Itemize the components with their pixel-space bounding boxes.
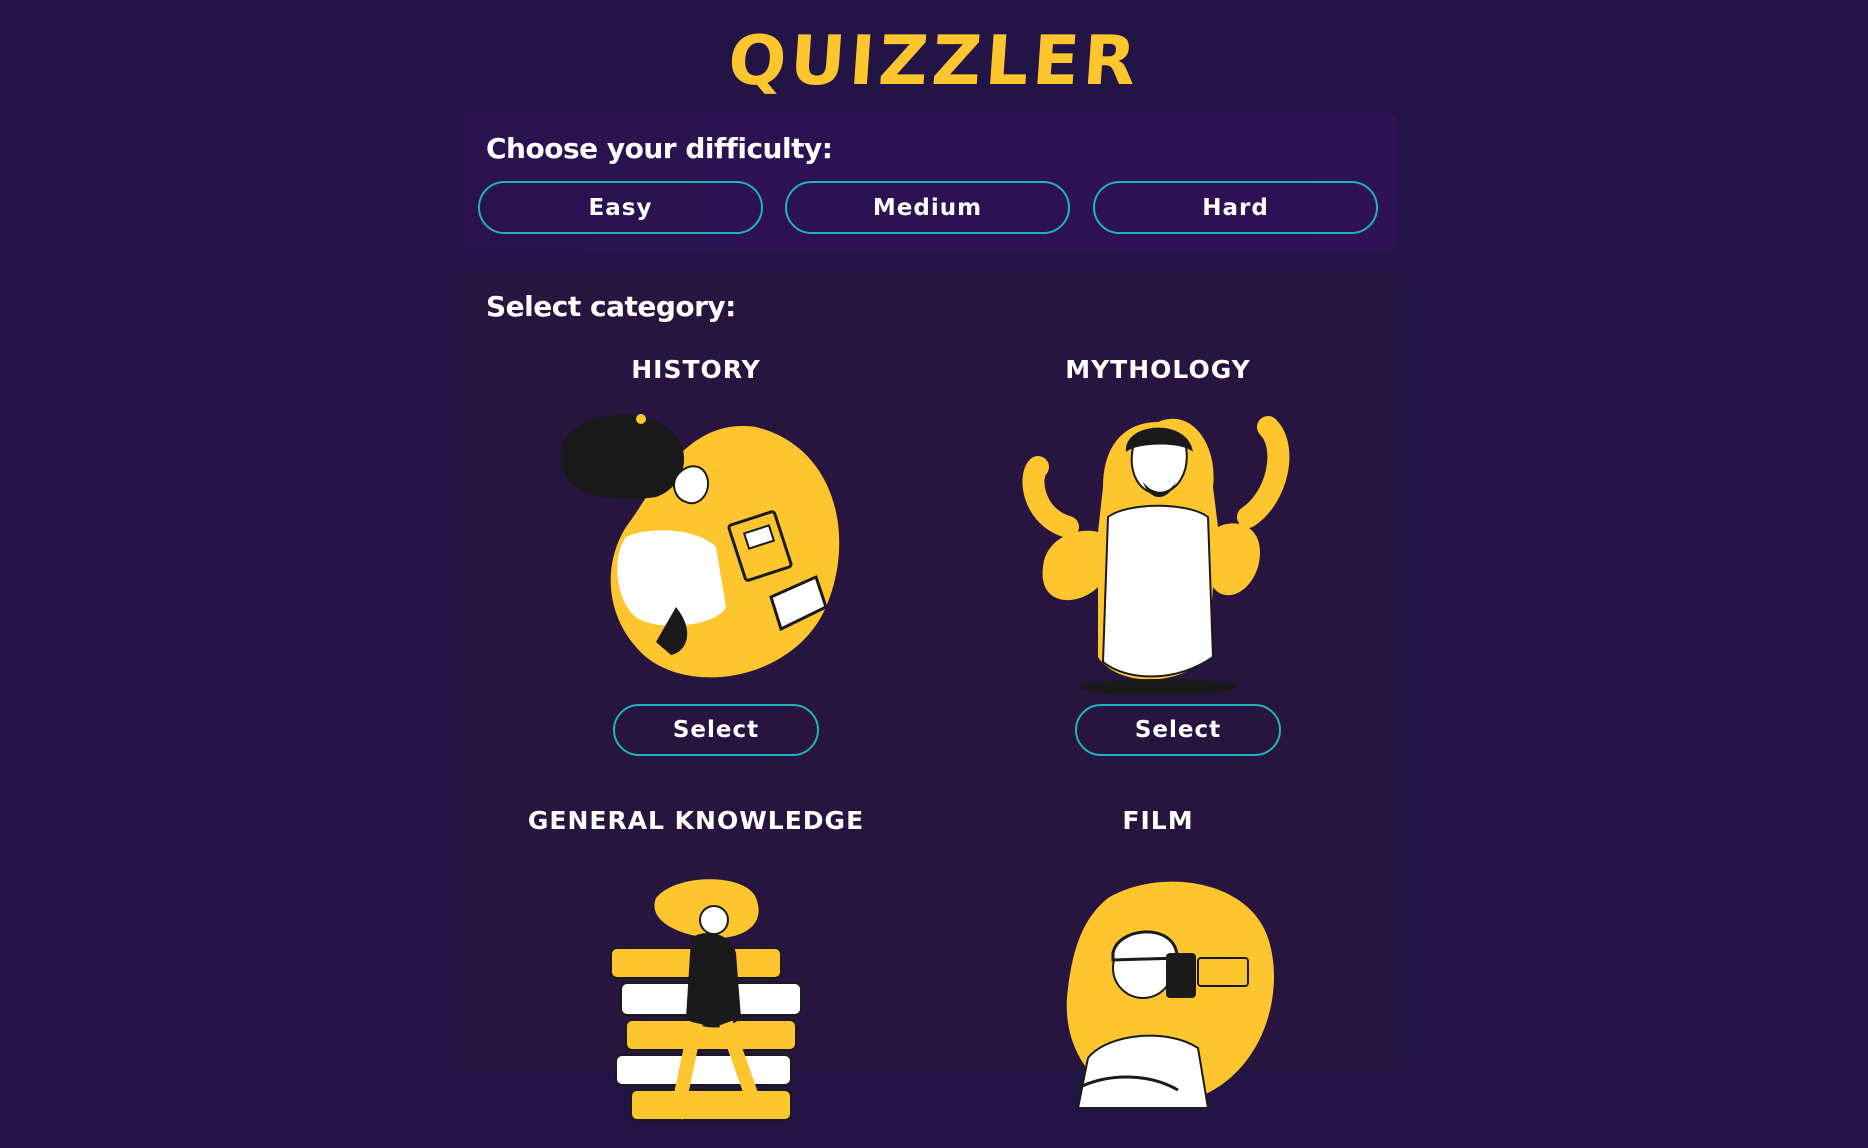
person-with-camera-illustration <box>1066 881 1274 1109</box>
quizzler-logo: QUIZZLER <box>725 22 1143 101</box>
category-film-title: Film <box>1122 806 1194 835</box>
category-card-film: Film <box>948 806 1368 1109</box>
difficulty-easy-button[interactable]: Easy <box>478 181 763 234</box>
category-history-title: History <box>631 355 761 384</box>
difficulty-panel: Choose your difficulty: Easy Medium Hard <box>462 112 1396 252</box>
category-card-general-knowledge: General Knowledge <box>486 806 906 1121</box>
category-general-knowledge-title: General Knowledge <box>527 806 865 835</box>
category-mythology-select-button[interactable]: Select <box>1075 704 1281 756</box>
multi-armed-figure-illustration <box>1022 416 1290 695</box>
category-card-history: History Select <box>486 355 906 756</box>
difficulty-title: Choose your difficulty: <box>486 132 833 165</box>
category-mythology-title: Mythology <box>1065 355 1251 384</box>
woman-reading-book-illustration <box>560 414 840 678</box>
difficulty-medium-button[interactable]: Medium <box>785 181 1070 234</box>
category-history-select-button[interactable]: Select <box>613 704 819 756</box>
difficulty-hard-button[interactable]: Hard <box>1093 181 1378 234</box>
category-card-mythology: Mythology Select <box>948 355 1368 756</box>
category-title: Select category: <box>486 290 736 323</box>
person-with-books-illustration <box>610 879 802 1121</box>
